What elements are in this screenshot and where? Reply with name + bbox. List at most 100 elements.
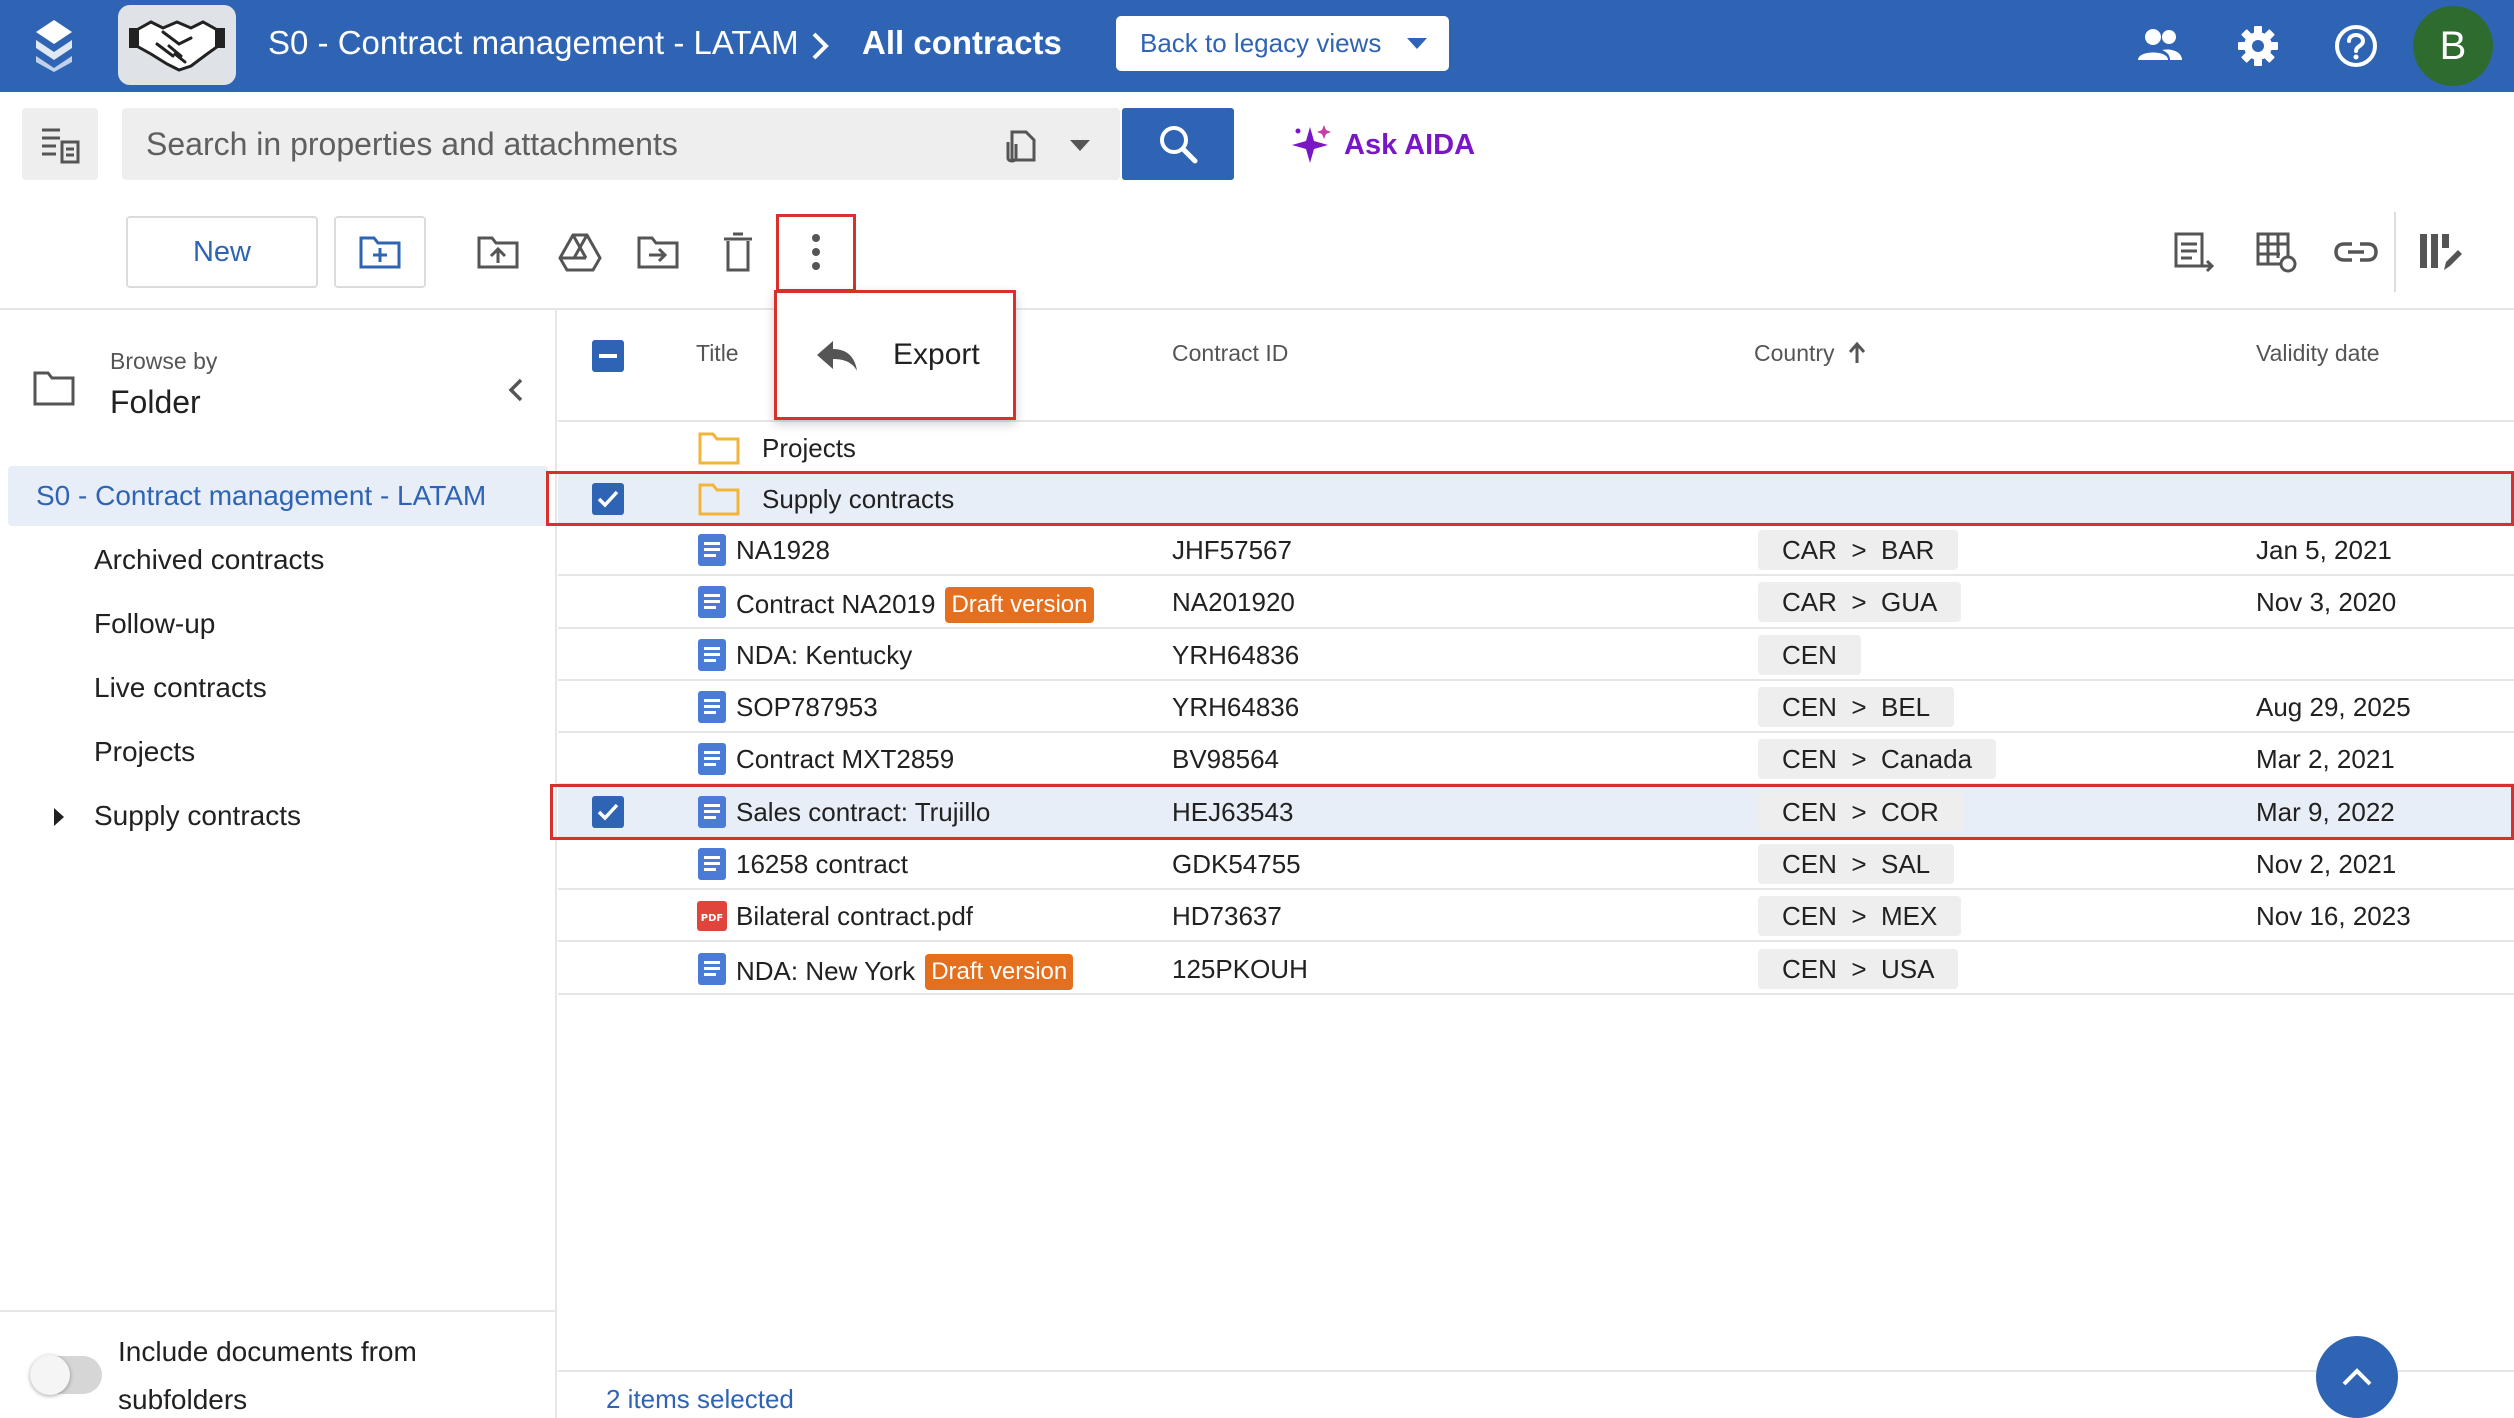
upload-folder-icon[interactable]	[470, 224, 526, 280]
tree-item-follow-up[interactable]: Follow-up	[94, 608, 215, 640]
table-row[interactable]: Contract NA2019 Draft version NA201920 CAR …	[558, 576, 2514, 629]
pdf-file-icon: PDF	[696, 899, 728, 933]
dropdown-caret-icon	[1407, 38, 1427, 49]
legacy-views-button[interactable]: Back to legacy views	[1116, 16, 1449, 71]
browse-mode-label[interactable]: Folder	[110, 384, 201, 421]
expand-arrow-icon[interactable]	[54, 808, 64, 826]
google-drive-icon[interactable]	[552, 224, 608, 280]
document-icon	[696, 795, 728, 829]
ask-aida-label: Ask AIDA	[1344, 128, 1476, 161]
row-contract-id: JHF57567	[1172, 535, 1292, 566]
export-spreadsheet-icon[interactable]	[2166, 224, 2222, 280]
move-to-folder-icon[interactable]	[630, 224, 686, 280]
new-button[interactable]: New	[126, 216, 318, 288]
sparkle-icon	[1292, 125, 1331, 163]
tree-item-supply-contracts[interactable]: Supply contracts	[94, 800, 301, 832]
browse-by-label: Browse by	[110, 348, 218, 374]
scroll-to-top-button[interactable]	[2316, 1336, 2398, 1418]
tree-root-folder[interactable]: S0 - Contract management - LATAM	[8, 466, 548, 526]
row-title-text: Bilateral contract.pdf	[736, 901, 974, 932]
select-all-checkbox[interactable]	[592, 340, 624, 372]
row-contract-id: BV98564	[1172, 744, 1279, 775]
row-contract-id: YRH64836	[1172, 639, 1300, 670]
column-header-title[interactable]: Title	[696, 340, 739, 367]
delete-trash-icon[interactable]	[710, 224, 766, 280]
table-settings-icon[interactable]	[2248, 224, 2304, 280]
row-validity-date: Nov 2, 2021	[2256, 848, 2397, 879]
chevron-left-icon	[508, 378, 523, 402]
list-view-icon	[42, 128, 80, 164]
row-title-text: SOP787953	[736, 692, 878, 723]
country-header-label: Country	[1754, 340, 1835, 366]
document-icon	[696, 638, 728, 672]
table-row[interactable]: 16258 contract GDK54755 CEN > SAL Nov 2, 20…	[558, 838, 2514, 891]
folder-row[interactable]: Supply contracts	[558, 473, 2514, 524]
country-chip: CAR > GUA	[1758, 582, 1962, 623]
ask-aida-button[interactable]: Ask AIDA	[1290, 120, 1475, 170]
row-checkbox[interactable]	[592, 482, 624, 515]
search-scope-caret-icon[interactable]	[1070, 140, 1090, 151]
folder-sidebar: Browse by Folder S0 - Contract managemen…	[0, 310, 557, 1418]
row-title: NA1928	[736, 535, 830, 566]
table-row[interactable]: Sales contract: Trujillo HEJ63543 CEN > CO…	[558, 785, 2514, 838]
row-validity-date: Nov 16, 2023	[2256, 901, 2411, 932]
top-bar: S0 - Contract management - LATAM All con…	[0, 0, 2514, 92]
table-row[interactable]: NA1928 JHF57567 CAR > BAR Jan 5, 2021	[558, 524, 2514, 577]
row-validity-date: Nov 3, 2020	[2256, 587, 2397, 618]
help-icon[interactable]	[2328, 18, 2384, 74]
tree-item-projects[interactable]: Projects	[94, 736, 195, 768]
row-checkbox[interactable]	[592, 795, 624, 828]
column-header-country[interactable]: Country	[1754, 340, 1867, 367]
toggle-sidebar-button[interactable]	[22, 108, 98, 180]
table-row[interactable]: NDA: New York Draft version 125PKOUH CEN > …	[558, 942, 2514, 995]
export-menu-item[interactable]: Export	[774, 290, 1016, 420]
row-validity-date: Aug 29, 2025	[2256, 692, 2411, 723]
draft-version-badge: Draft version	[945, 587, 1094, 624]
document-icon	[696, 585, 728, 619]
document-icon	[696, 742, 728, 776]
document-icon	[696, 847, 728, 881]
selection-count: 2 items selected	[606, 1384, 794, 1414]
country-chip: CEN > BEL	[1758, 687, 1955, 728]
folder-row[interactable]: Projects	[558, 422, 2514, 473]
handshake-icon	[129, 20, 225, 72]
workspace-title[interactable]: S0 - Contract management - LATAM	[268, 24, 799, 62]
column-header-contract-id[interactable]: Contract ID	[1172, 340, 1288, 367]
breadcrumb-chevron-icon	[812, 32, 829, 60]
search-input[interactable]	[146, 108, 976, 180]
tree-item-live-contracts[interactable]: Live contracts	[94, 672, 267, 704]
app-root: S0 - Contract management - LATAM All con…	[0, 0, 2514, 1418]
collapse-sidebar-button[interactable]	[496, 370, 536, 410]
tree-item-archived-contracts[interactable]: Archived contracts	[94, 544, 324, 576]
attachment-search-icon[interactable]	[1000, 124, 1040, 164]
folder-icon	[698, 482, 740, 516]
add-folder-icon	[359, 236, 401, 269]
search-button[interactable]	[1122, 108, 1234, 180]
row-title: NDA: New York Draft version	[736, 953, 1074, 990]
table-row[interactable]: Contract MXT2859 BV98564 CEN > Canada Mar 2…	[558, 733, 2514, 786]
search-box	[122, 108, 1120, 180]
contracts-grid: Title Contract ID Country Validity date …	[546, 310, 2514, 1418]
copy-link-icon[interactable]	[2328, 224, 2384, 280]
row-validity-date: Mar 9, 2022	[2256, 796, 2395, 827]
include-subfolders-toggle[interactable]	[30, 1355, 102, 1395]
users-icon[interactable]	[2132, 18, 2188, 74]
reply-export-icon	[817, 341, 857, 371]
table-row[interactable]: PDF Bilateral contract.pdf HD73637 CEN > ME…	[558, 890, 2514, 943]
table-row[interactable]: SOP787953 YRH64836 CEN > BEL Aug 29, 2025	[558, 681, 2514, 734]
edit-columns-icon[interactable]	[2412, 224, 2468, 280]
row-contract-id: YRH64836	[1172, 692, 1300, 723]
country-chip: CEN > MEX	[1758, 896, 1962, 937]
row-title: 16258 contract	[736, 849, 908, 880]
row-title-text: Contract NA2019	[736, 589, 936, 620]
table-row[interactable]: NDA: Kentucky YRH64836 CEN	[558, 629, 2514, 681]
workspace-logo[interactable]	[118, 5, 236, 85]
column-header-validity-date[interactable]: Validity date	[2256, 340, 2380, 367]
settings-gear-icon[interactable]	[2230, 18, 2286, 74]
breadcrumb-current-view: All contracts	[862, 24, 1062, 61]
sort-ascending-icon[interactable]	[1847, 341, 1867, 365]
new-folder-button[interactable]	[334, 216, 426, 288]
user-avatar[interactable]: B	[2413, 6, 2493, 86]
app-logo-icon[interactable]	[28, 18, 80, 74]
row-contract-id: NA201920	[1172, 587, 1295, 618]
